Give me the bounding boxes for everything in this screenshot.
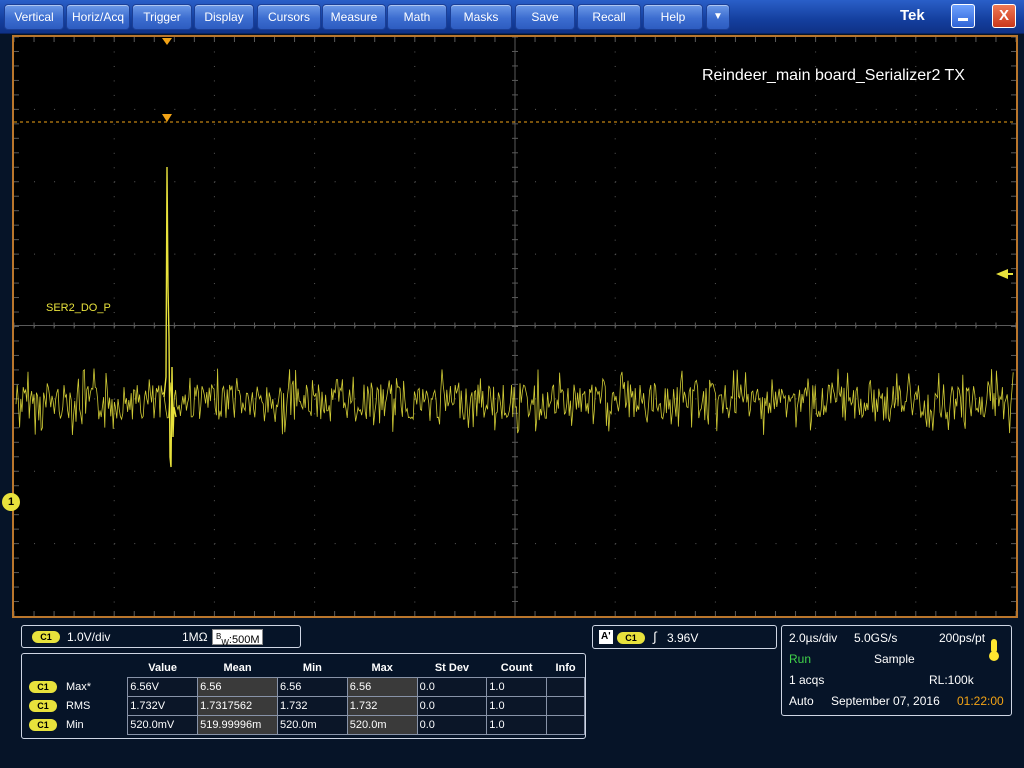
display-menu-button[interactable]: Display [194,4,254,30]
acquisition-count: 1 acqs [789,673,825,687]
bandwidth-limit: BW:500M [212,629,264,647]
horiz-acq-menu-button[interactable]: Horiz/Acq [66,4,130,30]
measurement-stdev: 0.0 [416,677,488,697]
measurement-min: 520.0m [276,715,348,735]
measurement-count: 1.0 [486,696,548,716]
column-header: Mean [223,661,252,674]
table-row[interactable]: C1 Min 520.0mV 519.99996m 520.0m 520.0m … [27,715,585,735]
measurement-name: Max* [65,681,92,693]
channel-badge: C1 [29,700,57,712]
measurement-count: 1.0 [486,715,548,735]
channel-1-label: SER2_DO_P [46,302,111,314]
measurement-info [546,677,585,697]
acquisition-date: September 07, 2016 [831,694,940,708]
channel-1-ground-marker[interactable]: 1 [2,493,20,511]
recall-menu-button[interactable]: Recall [577,4,641,30]
measurement-max: 6.56 [346,677,418,697]
screen-annotation: Reindeer_main board_Serializer2 TX [702,67,965,84]
trigger-mode-badge: A' [599,630,613,644]
sample-rate: 5.0GS/s [854,631,898,645]
measurements-panel[interactable]: Value Mean Min Max St Dev Count Info C1 … [21,653,586,739]
channel-badge: C1 [32,631,60,643]
rising-edge-icon: ∫ [653,629,657,644]
cursors-menu-button[interactable]: Cursors [257,4,321,30]
column-header: Min [302,661,322,674]
measurement-info [546,696,585,716]
column-header: Value [148,661,178,674]
trigger-mode: Auto [789,694,814,708]
vertical-menu-button[interactable]: Vertical [4,4,64,30]
measurement-stdev: 0.0 [416,696,488,716]
measurement-info [546,715,585,735]
trigger-menu-button[interactable]: Trigger [132,4,192,30]
measurement-stdev: 0.0 [416,715,488,735]
record-length: RL:100k [929,673,974,687]
waveform-display[interactable]: Reindeer_main board_Serializer2 TX SER2_… [12,35,1018,618]
column-header: St Dev [434,661,470,674]
dropdown-arrow-icon[interactable]: ▼ [706,4,730,30]
input-impedance: 1MΩ [182,630,208,644]
measurement-mean: 6.56 [197,677,278,697]
trigger-point-marker [162,114,172,122]
menu-bar: Vertical Horiz/Acq Trigger Display Curso… [0,0,1024,34]
channel-badge: C1 [29,719,57,731]
minimize-icon[interactable] [951,4,975,28]
measurement-mean: 1.7317562 [197,696,278,716]
waveform-spike [163,166,177,468]
measurement-value: 6.56V [127,677,199,697]
trigger-level: 3.96V [667,631,699,645]
measurement-value: 520.0mV [127,715,199,735]
vertical-scale: 1.0V/div [67,630,111,644]
close-icon[interactable]: X [992,4,1016,28]
masks-menu-button[interactable]: Masks [450,4,512,30]
math-menu-button[interactable]: Math [387,4,447,30]
table-row[interactable]: C1 Max* 6.56V 6.56 6.56 6.56 0.0 1.0 [27,677,585,697]
measurement-max: 520.0m [346,715,418,735]
measure-menu-button[interactable]: Measure [322,4,386,30]
channel-badge: C1 [617,632,645,644]
column-header: Info [555,661,576,674]
save-menu-button[interactable]: Save [515,4,575,30]
vertical-settings-panel[interactable]: C1 1.0V/div 1MΩ BW:500M [21,625,301,648]
channel-badge: C1 [29,681,57,693]
help-menu-button[interactable]: Help [643,4,703,30]
timebase-scale: 2.0µs/div [789,631,838,645]
trigger-position-marker [162,38,172,45]
measurements-table: Value Mean Min Max St Dev Count Info C1 … [27,658,585,735]
tek-logo: Tek [900,7,925,24]
measurement-min: 6.56 [276,677,348,697]
measurement-min: 1.732 [276,696,348,716]
run-state: Run [789,652,812,666]
trigger-settings-panel[interactable]: A' C1 ∫ 3.96V [592,625,777,649]
table-row[interactable]: C1 RMS 1.732V 1.7317562 1.732 1.732 0.0 … [27,696,585,716]
thermometer-icon [989,639,999,661]
measurement-max: 1.732 [346,696,418,716]
time-per-point: 200ps/pt [939,631,986,645]
acquisition-mode: Sample [874,652,915,666]
measurement-name: Min [65,719,84,731]
graticule-grid [14,37,1016,616]
measurement-value: 1.732V [127,696,199,716]
measurement-count: 1.0 [486,677,548,697]
table-header-row: Value Mean Min Max St Dev Count Info [27,658,585,678]
column-header: Max [371,661,393,674]
acquisition-panel[interactable]: 2.0µs/div 5.0GS/s 200ps/pt Run Sample 1 … [781,625,1012,716]
column-header: Count [500,661,533,674]
acquisition-time: 01:22:00 [957,694,1004,708]
measurement-name: RMS [65,700,91,712]
measurement-mean: 519.99996m [197,715,278,735]
